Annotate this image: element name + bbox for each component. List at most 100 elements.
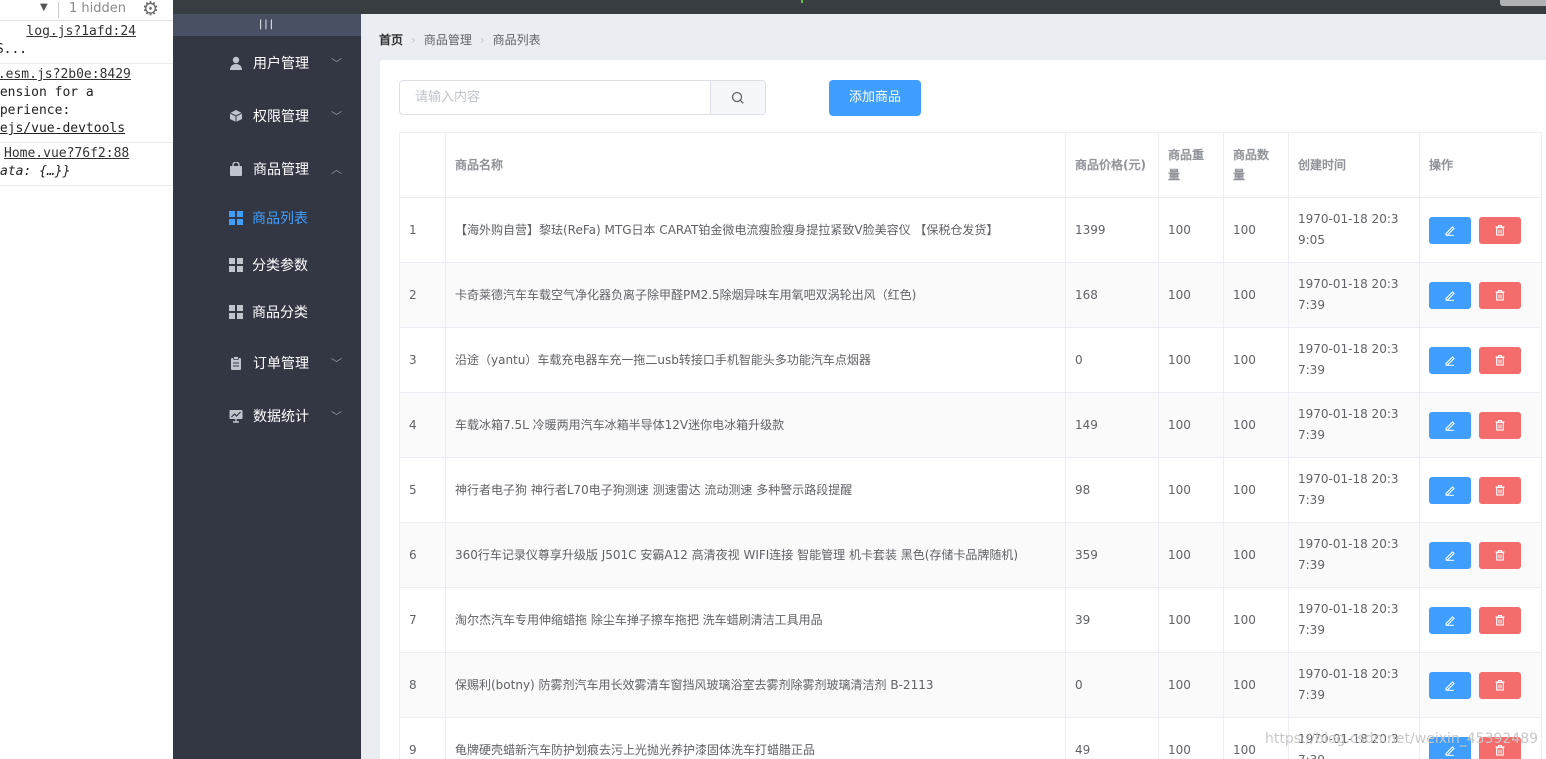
row-ops bbox=[1419, 197, 1542, 263]
console-text: ata: {…}} bbox=[0, 164, 71, 179]
add-goods-button[interactable]: 添加商品 bbox=[829, 80, 921, 116]
console-source-link[interactable]: log.js?1afd:24 bbox=[0, 23, 173, 41]
logout-button[interactable] bbox=[1500, 0, 1546, 6]
table-row: 1 【海外购自营】黎珐(ReFa) MTG日本 CARAT铂金微电流瘦脸瘦身提拉紧… bbox=[399, 197, 1542, 263]
search-input[interactable] bbox=[400, 81, 713, 114]
edit-button[interactable] bbox=[1429, 541, 1471, 569]
row-index: 4 bbox=[399, 392, 446, 458]
goods-table: 商品名称 商品价格(元) 商品重量 商品数量 创建时间 操作 1 【海外购自营】黎… bbox=[399, 132, 1542, 759]
edit-button[interactable] bbox=[1429, 476, 1471, 504]
delete-button[interactable] bbox=[1479, 476, 1521, 504]
main-content: 首页 › 商品管理 › 商品列表 添加商品 商品名称 商品价格(元) 商品重量 商品数量… bbox=[361, 14, 1546, 759]
search-button[interactable] bbox=[710, 81, 765, 114]
menu-rights[interactable]: 权限管理 ﹀ bbox=[173, 89, 361, 142]
edit-button[interactable] bbox=[1429, 671, 1471, 699]
delete-button[interactable] bbox=[1479, 606, 1521, 634]
goods-name: 【海外购自营】黎珐(ReFa) MTG日本 CARAT铂金微电流瘦脸瘦身提拉紧致… bbox=[445, 197, 1066, 263]
goods-count: 100 bbox=[1223, 587, 1289, 653]
box-icon bbox=[229, 110, 243, 122]
edit-button[interactable] bbox=[1429, 606, 1471, 634]
delete-button[interactable] bbox=[1479, 671, 1521, 699]
delete-icon bbox=[1495, 224, 1505, 236]
row-ops bbox=[1419, 587, 1542, 653]
console-message: Home.vue?76f2:88 ata: {…}} bbox=[0, 143, 173, 186]
row-ops bbox=[1419, 652, 1542, 718]
console-source-link[interactable]: e.esm.js?2b0e:8429 bbox=[0, 66, 173, 84]
hidden-count[interactable]: 1 hidden bbox=[69, 1, 126, 16]
weight-header: 商品重量 bbox=[1158, 132, 1224, 198]
menu-label: 商品管理 bbox=[253, 162, 309, 178]
delete-icon bbox=[1495, 484, 1505, 496]
gear-icon[interactable]: ⚙ bbox=[142, 0, 159, 20]
dropdown-arrow-icon[interactable]: ▼ bbox=[40, 2, 48, 13]
divider bbox=[58, 2, 59, 18]
delete-icon bbox=[1495, 679, 1505, 691]
delete-button[interactable] bbox=[1479, 281, 1521, 309]
console-link[interactable]: uejs/vue-devtools bbox=[0, 120, 173, 138]
delete-button[interactable] bbox=[1479, 346, 1521, 374]
row-index: 1 bbox=[399, 197, 446, 263]
sidebar: ||| 用户管理 ﹀ 权限管理 ﹀ 商品管理 ︿ 商品列表 分类参数 商品分类 … bbox=[173, 14, 361, 759]
edit-button[interactable] bbox=[1429, 411, 1471, 439]
goods-weight: 100 bbox=[1158, 587, 1224, 653]
table-row: 5 神行者电子狗 神行者L70电子狗测速 测速雷达 流动测速 多种警示路段提醒 98… bbox=[399, 457, 1542, 523]
submenu-goods-list[interactable]: 商品列表 bbox=[173, 195, 361, 242]
submenu-category-params[interactable]: 分类参数 bbox=[173, 242, 361, 289]
row-index: 9 bbox=[399, 717, 446, 759]
count-header: 商品数量 bbox=[1223, 132, 1289, 198]
menu-users[interactable]: 用户管理 ﹀ bbox=[173, 36, 361, 89]
goods-count: 100 bbox=[1223, 457, 1289, 523]
edit-icon bbox=[1445, 550, 1455, 561]
menu-orders[interactable]: 订单管理 ﹀ bbox=[173, 336, 361, 389]
delete-button[interactable] bbox=[1479, 216, 1521, 244]
sidebar-toggle-button[interactable]: ||| bbox=[173, 14, 361, 36]
edit-icon bbox=[1445, 420, 1455, 431]
goods-weight: 100 bbox=[1158, 717, 1224, 759]
goods-count: 100 bbox=[1223, 652, 1289, 718]
table-row: 3 沿途（yantu）车载充电器车充一拖二usb转接口手机智能头多功能汽车点烟器 0… bbox=[399, 327, 1542, 393]
goods-name: 车载冰箱7.5L 冷暖两用汽车冰箱半导体12V迷你电冰箱升级款 bbox=[445, 392, 1066, 458]
menu-reports[interactable]: 数据统计 ﹀ bbox=[173, 389, 361, 442]
goods-price: 49 bbox=[1065, 717, 1159, 759]
menu-label: 权限管理 bbox=[253, 109, 309, 125]
menu-goods[interactable]: 商品管理 ︿ bbox=[173, 142, 361, 195]
header-marker bbox=[801, 0, 803, 3]
goods-weight: 100 bbox=[1158, 522, 1224, 588]
submenu-goods-category[interactable]: 商品分类 bbox=[173, 289, 361, 336]
submenu-label: 商品列表 bbox=[252, 211, 308, 227]
breadcrumb-home[interactable]: 首页 bbox=[379, 33, 403, 47]
row-index: 3 bbox=[399, 327, 446, 393]
chevron-down-icon: ﹀ bbox=[331, 357, 342, 370]
goods-time: 1970-01-18 20:37:39 bbox=[1288, 327, 1420, 393]
delete-button[interactable] bbox=[1479, 541, 1521, 569]
delete-icon bbox=[1495, 549, 1505, 561]
edit-button[interactable] bbox=[1429, 346, 1471, 374]
row-ops bbox=[1419, 262, 1542, 328]
goods-count: 100 bbox=[1223, 392, 1289, 458]
goods-count: 100 bbox=[1223, 327, 1289, 393]
console-message: log.js?1afd:24 OS... bbox=[0, 21, 173, 64]
time-header: 创建时间 bbox=[1288, 132, 1420, 198]
table-row: 4 车载冰箱7.5L 冷暖两用汽车冰箱半导体12V迷你电冰箱升级款 149 100 10… bbox=[399, 392, 1542, 458]
goods-card: 添加商品 商品名称 商品价格(元) 商品重量 商品数量 创建时间 操作 1【海外… bbox=[380, 60, 1546, 759]
chart-icon bbox=[229, 410, 243, 423]
row-index: 5 bbox=[399, 457, 446, 523]
console-source-link[interactable]: Home.vue?76f2:88 bbox=[4, 145, 173, 163]
edit-button[interactable] bbox=[1429, 281, 1471, 309]
watermark: https://blog.csdn.net/weixin_45392489 bbox=[1265, 731, 1539, 747]
console-filter-bar: ▼ 1 hidden ⚙ bbox=[0, 0, 173, 21]
chevron-right-icon: › bbox=[479, 33, 485, 47]
goods-name: 神行者电子狗 神行者L70电子狗测速 测速雷达 流动测速 多种警示路段提醒 bbox=[445, 457, 1066, 523]
edit-icon bbox=[1445, 485, 1455, 496]
console-text: xperience: bbox=[0, 103, 71, 118]
delete-button[interactable] bbox=[1479, 411, 1521, 439]
ops-header: 操作 bbox=[1419, 132, 1542, 198]
goods-weight: 100 bbox=[1158, 327, 1224, 393]
search-icon bbox=[731, 91, 744, 104]
goods-time: 1970-01-18 20:39:05 bbox=[1288, 197, 1420, 263]
goods-name: 龟牌硬壳蜡新汽车防护划痕去污上光抛光养护漆固体洗车打蜡腊正品 bbox=[445, 717, 1066, 759]
edit-button[interactable] bbox=[1429, 216, 1471, 244]
chevron-up-icon: ︿ bbox=[331, 163, 342, 176]
goods-count: 100 bbox=[1223, 262, 1289, 328]
breadcrumb-item: 商品列表 bbox=[492, 33, 541, 47]
